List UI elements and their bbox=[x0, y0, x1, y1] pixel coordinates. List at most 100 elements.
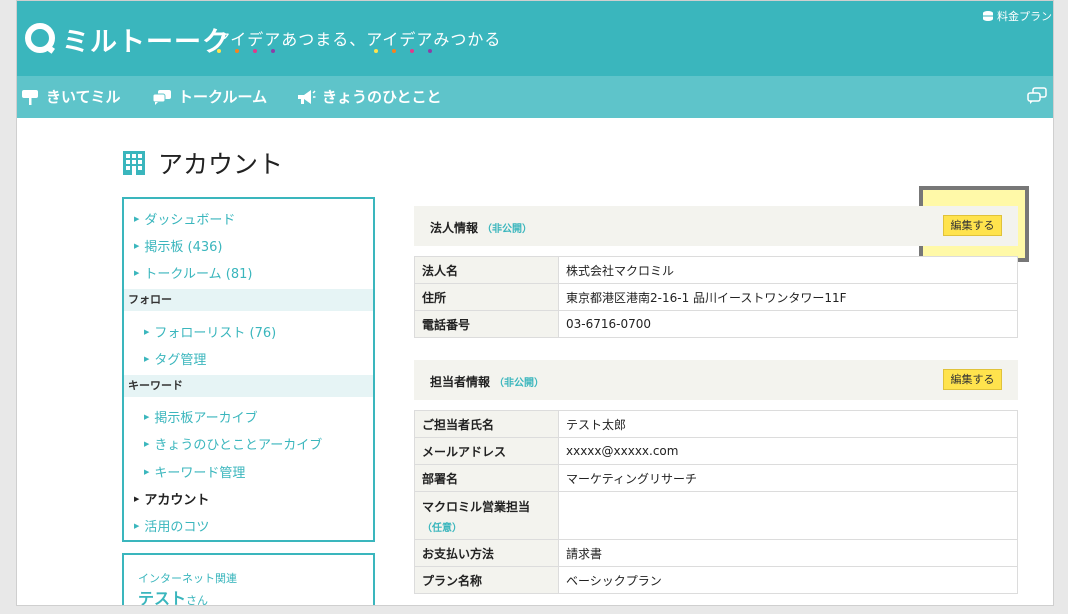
nav-label: きいてミル bbox=[46, 88, 121, 106]
table-row: 電話番号 03-6716-0700 bbox=[414, 310, 1018, 338]
section-title-text: 担当者情報 bbox=[430, 375, 491, 389]
row-value: マーケティングリサーチ bbox=[558, 464, 1018, 492]
logo[interactable]: ミルトーーク bbox=[24, 20, 230, 59]
tagline-dots bbox=[214, 49, 534, 55]
sidebar-category-follow: フォロー bbox=[124, 289, 373, 311]
tagline: アイデアあつまる、アイデアみつかる bbox=[214, 30, 502, 49]
triangle-right-icon: ▶ bbox=[134, 241, 140, 250]
row-key: マクロミル営業担当 （任意） bbox=[414, 491, 559, 540]
corporate-info-table: 法人名 株式会社マクロミル 住所 東京都港区港南2-16-1 品川イーストワンタワー… bbox=[414, 256, 1018, 338]
triangle-right-icon: ▶ bbox=[134, 494, 140, 503]
top-header: ミルトーーク アイデアあつまる、アイデアみつかる 料金プラン bbox=[16, 0, 1054, 76]
row-key: 部署名 bbox=[414, 464, 559, 492]
sidebar-item-tips[interactable]: ▶ 活用のコツ bbox=[134, 516, 209, 535]
table-row: お支払い方法 請求書 bbox=[414, 539, 1018, 567]
triangle-right-icon: ▶ bbox=[144, 327, 150, 336]
contact-info-table: ご担当者氏名 テスト太郎 メールアドレス xxxxx@xxxxx.com 部署名 マー… bbox=[414, 410, 1018, 594]
row-value: 03-6716-0700 bbox=[558, 310, 1018, 338]
page: ミルトーーク アイデアあつまる、アイデアみつかる 料金プラン きいてミル トーク… bbox=[16, 0, 1054, 606]
edit-contact-button[interactable]: 編集する bbox=[943, 369, 1002, 390]
row-key: お支払い方法 bbox=[414, 539, 559, 567]
sidebar-item-label: タグ管理 bbox=[154, 353, 207, 368]
table-row: プラン名称 ベーシックプラン bbox=[414, 566, 1018, 594]
row-value: テスト太郎 bbox=[558, 410, 1018, 438]
row-value: xxxxx@xxxxx.com bbox=[558, 437, 1018, 465]
triangle-right-icon: ▶ bbox=[134, 214, 140, 223]
section-title-text: 法人情報 bbox=[430, 221, 479, 235]
sidebar-category-keyword: キーワード bbox=[124, 375, 373, 397]
user-name-text: テスト bbox=[138, 589, 187, 606]
user-name[interactable]: テストさん bbox=[138, 585, 208, 606]
row-value: 請求書 bbox=[558, 539, 1018, 567]
table-row: ご担当者氏名 テスト太郎 bbox=[414, 410, 1018, 438]
triangle-right-icon: ▶ bbox=[134, 521, 140, 530]
logo-text: ミルトーーク bbox=[62, 27, 230, 58]
pricing-link[interactable]: 料金プラン bbox=[982, 8, 1052, 24]
sidebar-item-talkroom[interactable]: ▶ トークルーム (81) bbox=[134, 263, 252, 282]
contact-info-header: 担当者情報 （非公開） bbox=[414, 360, 1018, 400]
nav-item-kiitemiru[interactable]: きいてミル bbox=[20, 86, 121, 107]
sidebar-item-label: アカウント bbox=[144, 493, 210, 508]
pricing-label: 料金プラン bbox=[997, 10, 1052, 23]
sidebar-item-label: キーワード管理 bbox=[154, 466, 246, 481]
signboard-icon bbox=[22, 89, 38, 105]
sidebar-item-board[interactable]: ▶ 掲示板 (436) bbox=[134, 236, 222, 255]
sidebar-item-board-archive[interactable]: ▶ 掲示板アーカイブ bbox=[144, 407, 258, 426]
row-value: 東京都港区港南2-16-1 品川イーストワンタワー11F bbox=[558, 283, 1018, 311]
row-key: プラン名称 bbox=[414, 566, 559, 594]
row-value: ベーシックプラン bbox=[558, 566, 1018, 594]
nav-item-hitokoto[interactable]: きょうのひとこと bbox=[296, 86, 442, 107]
user-card: インターネット関連 テストさん bbox=[122, 553, 375, 606]
speech-bubbles-icon bbox=[152, 89, 171, 105]
megaphone-icon bbox=[298, 89, 316, 104]
sidebar-item-label: ダッシュボード bbox=[144, 213, 236, 228]
triangle-right-icon: ▶ bbox=[144, 354, 150, 363]
user-honorific: さん bbox=[186, 594, 209, 606]
building-icon bbox=[123, 151, 145, 175]
sidebar-item-label: 掲示板 (436) bbox=[144, 240, 223, 255]
section-title: 法人情報 （非公開） bbox=[430, 219, 532, 236]
corporate-info-header: 法人情報 （非公開） bbox=[414, 206, 1018, 246]
sidebar: ▶ ダッシュボード ▶ 掲示板 (436) ▶ トークルーム (81) フォロー ▶ フ… bbox=[122, 197, 375, 542]
edit-corporate-button[interactable]: 編集する bbox=[943, 215, 1002, 236]
triangle-right-icon: ▶ bbox=[144, 439, 150, 448]
row-value: 株式会社マクロミル bbox=[558, 256, 1018, 284]
sidebar-item-label: トークルーム (81) bbox=[144, 267, 253, 282]
sidebar-item-hitokoto-archive[interactable]: ▶ きょうのひとことアーカイブ bbox=[144, 434, 322, 453]
sidebar-item-tag-manage[interactable]: ▶ タグ管理 bbox=[144, 349, 206, 368]
sidebar-item-keyword-manage[interactable]: ▶ キーワード管理 bbox=[144, 462, 245, 481]
triangle-right-icon: ▶ bbox=[144, 412, 150, 421]
table-row: マクロミル営業担当 （任意） bbox=[414, 491, 1018, 540]
user-category: インターネット関連 bbox=[138, 572, 237, 585]
sidebar-item-dashboard[interactable]: ▶ ダッシュボード bbox=[134, 209, 235, 228]
row-key-text: マクロミル営業担当 bbox=[422, 499, 531, 514]
row-key: 電話番号 bbox=[414, 310, 559, 338]
sidebar-item-label: フォローリスト (76) bbox=[154, 326, 277, 341]
section-title: 担当者情報 （非公開） bbox=[430, 373, 544, 390]
coins-icon bbox=[983, 11, 993, 21]
page-title-text: アカウント bbox=[158, 150, 284, 179]
nav-label: トークルーム bbox=[178, 88, 268, 106]
sidebar-item-label: 活用のコツ bbox=[144, 520, 210, 535]
optional-badge: （任意） bbox=[422, 522, 462, 534]
page-title: アカウント bbox=[122, 145, 283, 181]
sidebar-item-account[interactable]: ▶ アカウント bbox=[134, 489, 209, 508]
triangle-right-icon: ▶ bbox=[144, 467, 150, 476]
visibility-badge: （非公開） bbox=[482, 224, 533, 235]
magnifier-logo-icon bbox=[24, 22, 60, 58]
row-key: ご担当者氏名 bbox=[414, 410, 559, 438]
table-row: 住所 東京都港区港南2-16-1 品川イーストワンタワー11F bbox=[414, 283, 1018, 311]
visibility-badge: （非公開） bbox=[494, 378, 545, 389]
table-row: メールアドレス xxxxx@xxxxx.com bbox=[414, 437, 1018, 465]
row-key: 法人名 bbox=[414, 256, 559, 284]
table-row: 部署名 マーケティングリサーチ bbox=[414, 464, 1018, 492]
row-value bbox=[558, 491, 1018, 540]
sidebar-item-label: きょうのひとことアーカイブ bbox=[154, 438, 323, 453]
row-key: メールアドレス bbox=[414, 437, 559, 465]
nav-item-talkroom[interactable]: トークルーム bbox=[152, 86, 267, 107]
chat-icon[interactable] bbox=[1026, 86, 1048, 110]
sidebar-item-follow-list[interactable]: ▶ フォローリスト (76) bbox=[144, 322, 276, 341]
table-row: 法人名 株式会社マクロミル bbox=[414, 256, 1018, 284]
row-key: 住所 bbox=[414, 283, 559, 311]
nav-bar: きいてミル トークルーム きょうのひとこと bbox=[16, 76, 1054, 118]
